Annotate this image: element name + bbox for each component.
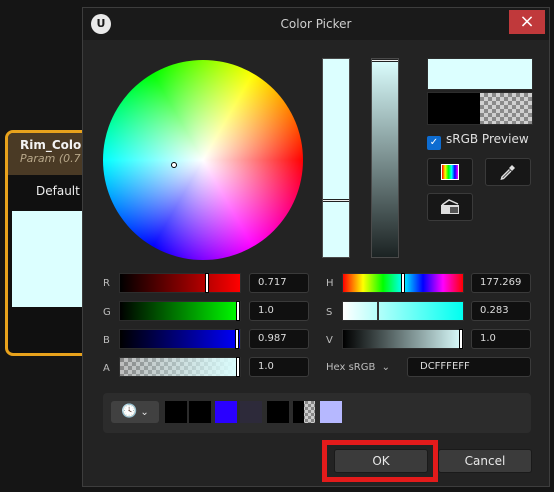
alpha-input[interactable]: 1.0 [249, 357, 309, 377]
recent-color-swatch[interactable] [189, 401, 211, 423]
close-button[interactable]: × [509, 10, 545, 34]
recent-color-swatch[interactable] [240, 401, 262, 423]
saturation-slider[interactable] [322, 58, 350, 258]
recent-colors-menu-button[interactable]: 🕓 ⌄ [111, 401, 159, 423]
chevron-down-icon: ⌄ [140, 407, 149, 418]
red-slider-handle[interactable] [206, 274, 208, 292]
saturation-bar-handle[interactable] [377, 302, 379, 320]
green-label: G [103, 307, 111, 318]
eyedropper-icon [500, 165, 515, 181]
saturation-input[interactable]: 0.283 [471, 301, 531, 321]
value-label: V [326, 335, 333, 346]
green-input[interactable]: 1.0 [249, 301, 309, 321]
recent-color-swatch[interactable] [267, 401, 289, 423]
blue-slider[interactable] [119, 329, 241, 349]
color-wheel-mode-button[interactable] [427, 158, 473, 186]
saturation-slider-handle[interactable] [323, 199, 349, 202]
hex-input[interactable]: DCFFFEFF [407, 357, 531, 377]
color-wheel[interactable] [103, 60, 303, 260]
saturation-label: S [326, 307, 333, 318]
check-icon[interactable]: ✓ [427, 136, 441, 150]
title-bar[interactable]: U Color Picker × [83, 8, 549, 40]
hue-label: H [326, 278, 334, 289]
recent-color-swatch[interactable] [215, 401, 237, 423]
srgb-preview-label: sRGB Preview [446, 132, 529, 146]
value-slider-handle[interactable] [372, 59, 398, 62]
alpha-label: A [103, 363, 110, 374]
dialog-title: Color Picker [280, 17, 352, 31]
spectrum-icon [441, 164, 459, 180]
cancel-button[interactable]: Cancel [438, 449, 532, 473]
value-bar-handle[interactable] [460, 330, 462, 348]
recent-color-swatch[interactable] [165, 401, 187, 423]
hex-mode-label: Hex sRGB [326, 362, 376, 373]
recent-color-swatch[interactable] [293, 401, 315, 423]
alpha-slider[interactable] [119, 357, 241, 377]
saturation-bar[interactable] [342, 301, 464, 321]
green-slider-handle[interactable] [237, 302, 239, 320]
color-wheel-cursor[interactable] [171, 162, 177, 168]
blue-label: B [103, 335, 110, 346]
ok-highlight-frame [322, 440, 438, 482]
alpha-slider-handle[interactable] [237, 358, 239, 376]
color-picker-dialog: U Color Picker × ✓ sRGB Preview R 0.717 [82, 7, 550, 487]
red-label: R [103, 278, 110, 289]
color-theme-icon [441, 199, 459, 214]
recent-colors-bar: 🕓 ⌄ [103, 393, 531, 433]
chevron-down-icon: ⌄ [381, 362, 390, 373]
old-color-preview [427, 92, 533, 125]
red-input[interactable]: 0.717 [249, 273, 309, 293]
value-slider[interactable] [371, 58, 399, 258]
value-input[interactable]: 1.0 [471, 329, 531, 349]
hue-slider[interactable] [342, 273, 464, 293]
red-slider[interactable] [119, 273, 241, 293]
eyedropper-button[interactable] [485, 158, 531, 186]
recent-color-swatch[interactable] [320, 401, 342, 423]
theme-button[interactable] [427, 193, 473, 221]
clock-icon: 🕓 [121, 404, 138, 419]
hue-slider-handle[interactable] [402, 274, 404, 292]
value-bar[interactable] [342, 329, 464, 349]
new-color-preview [427, 58, 533, 90]
srgb-preview-toggle[interactable]: ✓ sRGB Preview [427, 132, 529, 150]
hue-input[interactable]: 177.269 [471, 273, 531, 293]
green-slider[interactable] [119, 301, 241, 321]
blue-slider-handle[interactable] [236, 330, 238, 348]
blue-input[interactable]: 0.987 [249, 329, 309, 349]
hex-mode-dropdown[interactable]: Hex sRGB ⌄ [326, 362, 390, 373]
